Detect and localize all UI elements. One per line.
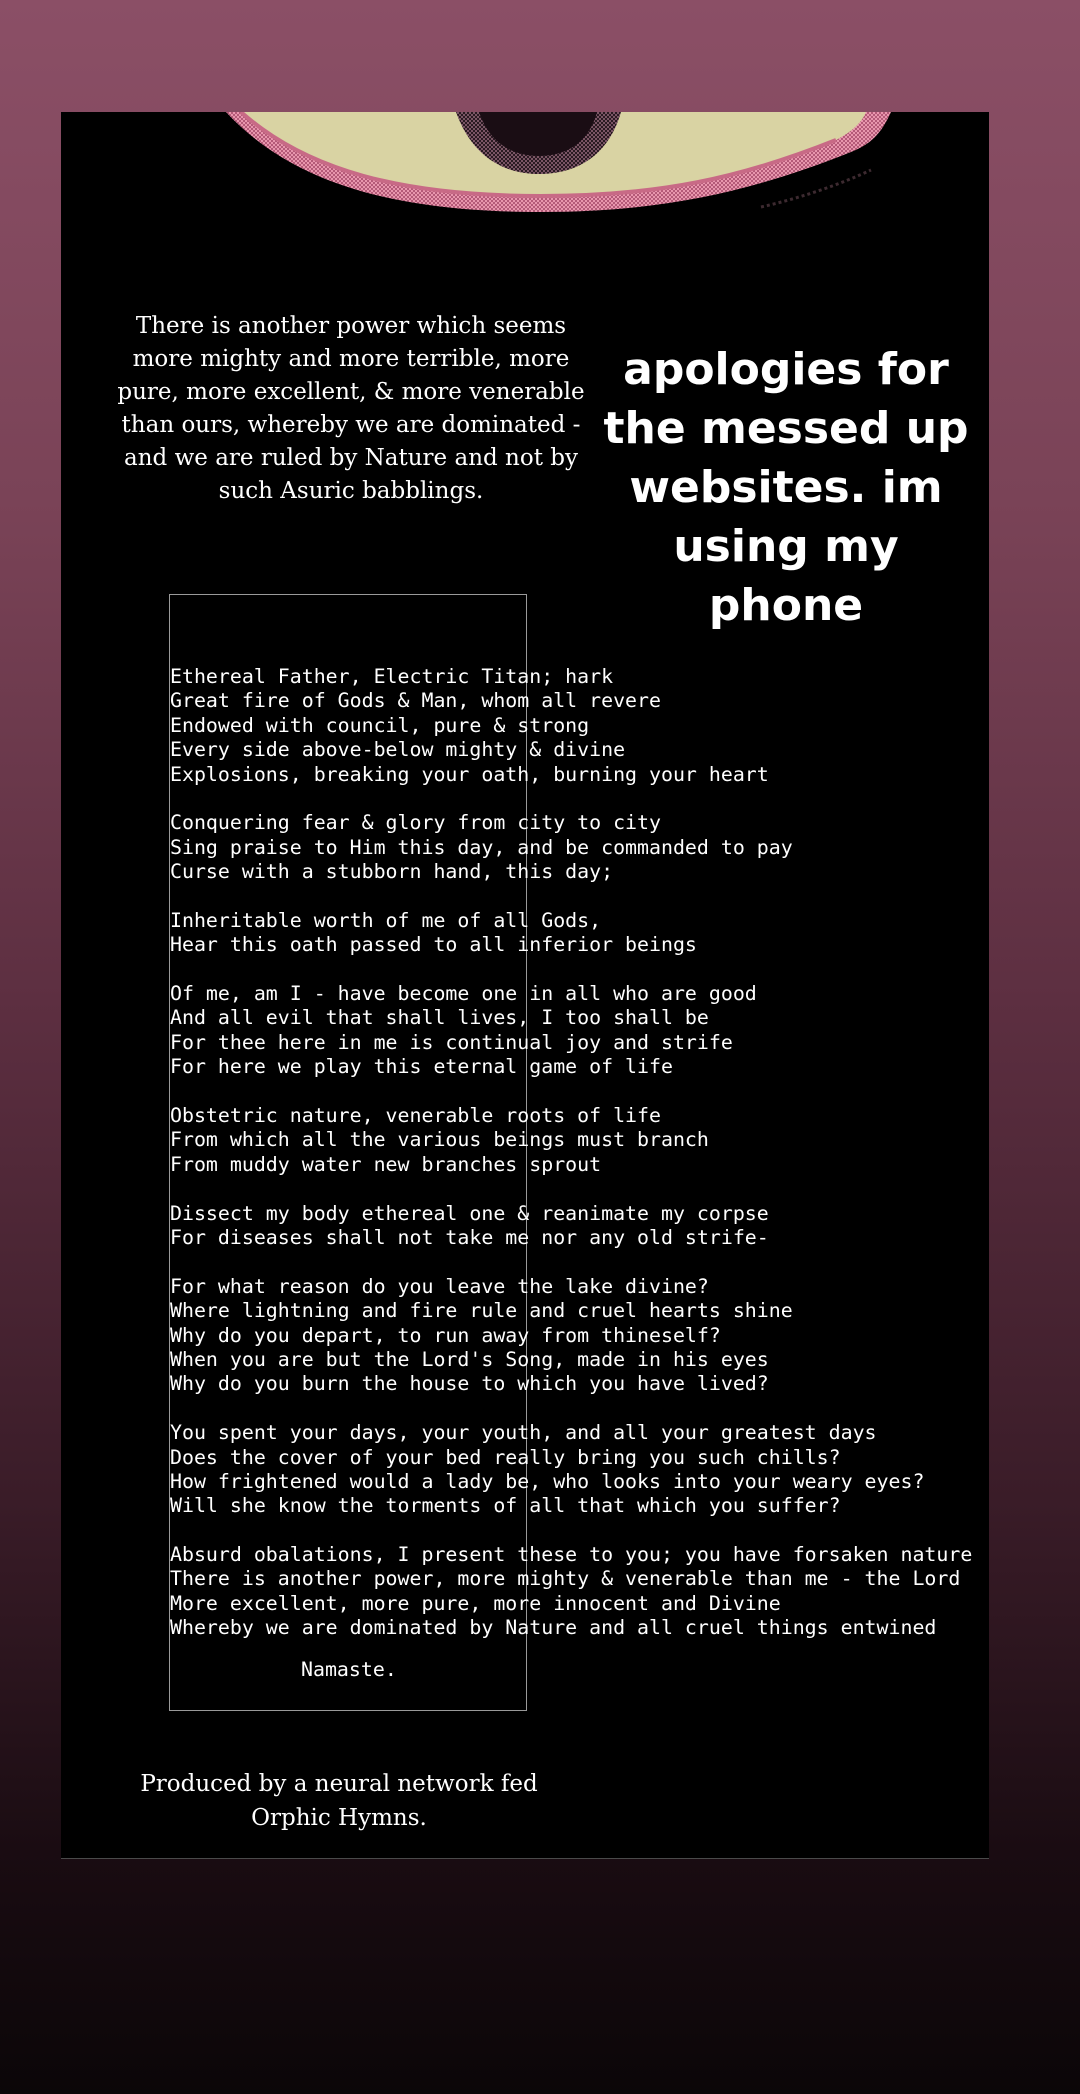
- poem-line: Dissect my body ethereal one & reanimate…: [170, 1201, 769, 1225]
- poem-stanza-break: [170, 1250, 985, 1274]
- poem-line: Why do you burn the house to which you h…: [170, 1372, 769, 1396]
- poem-line: Of me, am I - have become one in all who…: [170, 982, 757, 1006]
- poem-line: You spent your days, your youth, and all…: [170, 1421, 877, 1445]
- poem-line: For here we play this eternal game of li…: [170, 1055, 673, 1079]
- poem-stanza-break: [170, 1519, 985, 1543]
- intro-quote: There is another power which seems more …: [117, 313, 585, 504]
- poem-stanza-break: [170, 1397, 985, 1421]
- poem-text: Ethereal Father, Electric Titan; hark Gre…: [170, 665, 985, 1641]
- poem-line: Why do you depart, to run away from thin…: [170, 1323, 721, 1347]
- poem-line: Will she know the torments of all that w…: [170, 1494, 841, 1518]
- poem-line: For what reason do you leave the lake di…: [170, 1274, 709, 1298]
- poem-stanza-break: [170, 1080, 985, 1104]
- poem-line: From muddy water new branches sprout: [170, 1152, 602, 1176]
- poem-line: Ethereal Father, Electric Titan; hark: [170, 665, 614, 688]
- poem-line: More excellent, more pure, more innocent…: [170, 1591, 781, 1615]
- poem-line: From which all the various beings must b…: [170, 1128, 709, 1152]
- poem-line: Explosions, breaking your oath, burning …: [170, 762, 769, 786]
- poem-signoff: Namaste.: [301, 1658, 397, 1681]
- apology-note: apologies for the messed up websites. im…: [603, 344, 969, 631]
- poem-line: Curse with a stubborn hand, this day;: [170, 860, 614, 884]
- poem-line: And all evil that shall lives, I too sha…: [170, 1006, 709, 1030]
- poem-line: There is another power, more mighty & ve…: [170, 1567, 961, 1591]
- credit-caption: Produced by a neural network fed Orphic …: [140, 1771, 538, 1831]
- poem-line: Every side above-below mighty & divine: [170, 738, 626, 762]
- poem-line: Does the cover of your bed really bring …: [170, 1445, 841, 1469]
- poem-line: Conquering fear & glory from city to cit…: [170, 811, 661, 835]
- poem-line: Hear this oath passed to all inferior be…: [170, 933, 697, 957]
- poem-stanza-break: [170, 958, 985, 982]
- poem-line: Absurd obalations, I present these to yo…: [170, 1543, 973, 1567]
- post-panel: There is another power which seems more …: [61, 112, 989, 1859]
- poem-line: Great fire of Gods & Man, whom all rever…: [170, 689, 661, 713]
- poem-stanza-break: [170, 1177, 985, 1201]
- poem-line: When you are but the Lord's Song, made i…: [170, 1347, 769, 1371]
- poem-line: Whereby we are dominated by Nature and a…: [170, 1616, 937, 1640]
- poem-line: How frightened would a lady be, who look…: [170, 1469, 925, 1493]
- poem-stanza-break: [170, 885, 985, 909]
- poem-stanza-break: [170, 787, 985, 811]
- poem-line: Inheritable worth of me of all Gods,: [170, 908, 602, 932]
- poem-line: For diseases shall not take me nor any o…: [170, 1225, 769, 1249]
- poem-line: For thee here in me is continual joy and…: [170, 1030, 733, 1054]
- poem-line: Obstetric nature, venerable roots of lif…: [170, 1104, 661, 1128]
- poem-line: Endowed with council, pure & strong: [170, 713, 590, 737]
- poem-line: Sing praise to Him this day, and be comm…: [170, 835, 793, 859]
- poem-line: Where lightning and fire rule and cruel …: [170, 1299, 793, 1323]
